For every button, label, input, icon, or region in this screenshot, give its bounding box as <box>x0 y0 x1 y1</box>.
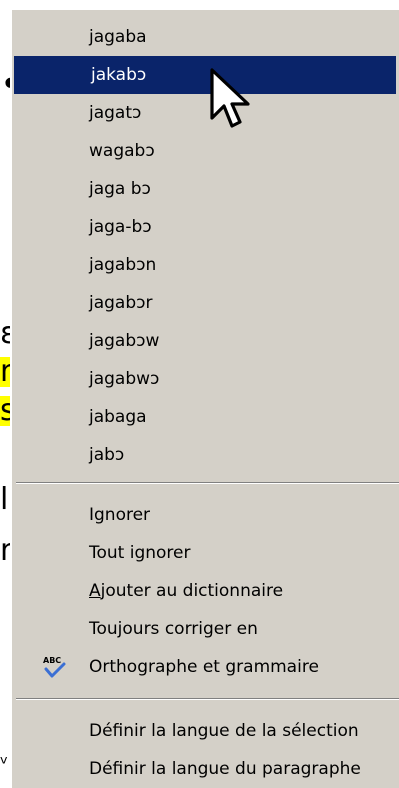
accelerator-key: A <box>89 581 101 601</box>
suggestion-item[interactable]: jabɔ <box>12 436 399 474</box>
spelling-context-menu: jagaba jakabɔ jagatɔ wagabɔ jaga bɔ jaga… <box>10 8 399 788</box>
ignore-item[interactable]: Ignorer <box>12 496 399 534</box>
spelling-grammar-item[interactable]: ABC Orthographe et grammaire <box>12 648 399 686</box>
add-to-dictionary-label: jouter au dictionnaire <box>100 581 284 601</box>
suggestion-item[interactable]: jabaga <box>12 398 399 436</box>
svg-text:ABC: ABC <box>43 656 61 665</box>
autocorrect-item[interactable]: Toujours corriger en <box>12 610 399 648</box>
set-language-paragraph-item[interactable]: Définir la langue du paragraphe <box>12 750 399 788</box>
suggestion-item[interactable]: jagabɔw <box>12 322 399 360</box>
doc-fragment-highlight-1: n <box>0 357 19 387</box>
doc-fragment-highlight-2: s <box>0 393 16 428</box>
doc-fragment-l: l <box>0 482 9 517</box>
autocorrect-label: Toujours corriger en <box>89 619 258 639</box>
suggestion-item-selected[interactable]: jakabɔ <box>14 56 396 94</box>
set-language-selection-label: Définir la langue de la sélection <box>89 721 359 741</box>
set-language-paragraph-label: Définir la langue du paragraphe <box>89 759 361 779</box>
suggestion-item[interactable]: jaga bɔ <box>12 170 399 208</box>
doc-fragment-v: ᵛ <box>0 751 9 775</box>
suggestion-item[interactable]: wagabɔ <box>12 132 399 170</box>
ignore-all-item[interactable]: Tout ignorer <box>12 534 399 572</box>
menu-separator <box>16 482 399 484</box>
suggestion-item[interactable]: jagabɔr <box>12 284 399 322</box>
menu-separator <box>16 698 399 700</box>
abc-checkmark-icon: ABC <box>43 656 66 678</box>
suggestion-item[interactable]: jagatɔ <box>12 94 399 132</box>
add-to-dictionary-item[interactable]: Ajouter au dictionnaire <box>12 572 399 610</box>
suggestion-item[interactable]: jaga-bɔ <box>12 208 399 246</box>
spelling-grammar-label: Orthographe et grammaire <box>89 657 319 677</box>
arrow-cursor-icon <box>210 68 250 128</box>
suggestion-item[interactable]: jagaba <box>12 18 399 56</box>
suggestion-item[interactable]: jagabwɔ <box>12 360 399 398</box>
set-language-selection-item[interactable]: Définir la langue de la sélection <box>12 712 399 750</box>
suggestion-item[interactable]: jagabɔn <box>12 246 399 284</box>
